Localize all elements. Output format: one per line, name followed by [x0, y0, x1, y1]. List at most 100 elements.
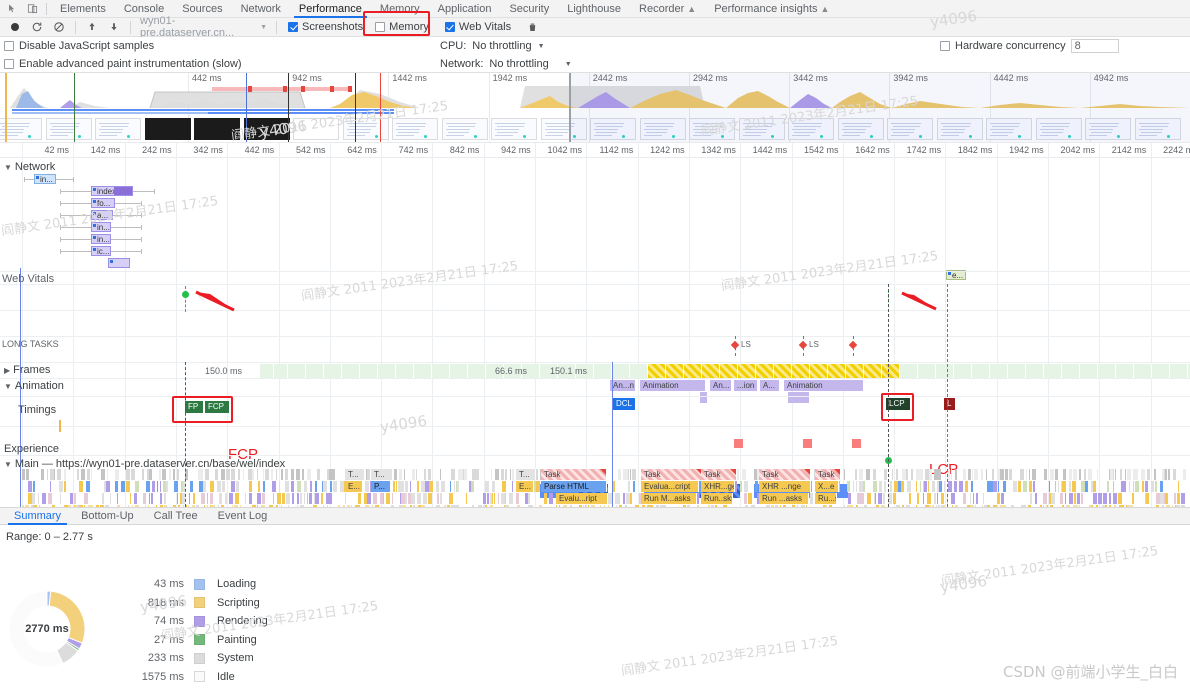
flamechart-slice[interactable] [737, 469, 739, 480]
flamechart-slice[interactable] [1029, 481, 1032, 492]
flamechart-slice[interactable] [893, 493, 896, 504]
flamechart-slice[interactable] [735, 481, 737, 492]
flamechart-slice[interactable] [64, 469, 66, 480]
flamechart-slice[interactable] [528, 493, 530, 504]
flamechart-slice[interactable] [117, 493, 118, 504]
advanced-paint-checkbox[interactable]: Enable advanced paint instrumentation (s… [4, 55, 242, 73]
flamechart-slice[interactable] [315, 493, 319, 504]
flamechart-slice[interactable] [954, 481, 957, 492]
flamechart-slice[interactable] [411, 493, 415, 504]
flamechart-slice[interactable] [1125, 469, 1126, 480]
flamechart-slice[interactable] [972, 469, 973, 480]
frame-cell[interactable] [1044, 364, 1062, 378]
flamechart-slice[interactable] [102, 493, 104, 504]
flamechart-slice[interactable] [26, 469, 29, 480]
disable-js-samples-checkbox[interactable]: Disable JavaScript samples [4, 37, 242, 55]
tab-memory[interactable]: Memory [371, 0, 429, 18]
flamechart-slice[interactable] [986, 469, 987, 480]
flamechart-slice[interactable] [1181, 493, 1185, 504]
flamechart-slice[interactable] [164, 493, 166, 504]
layout-shift-block[interactable] [734, 439, 743, 448]
flamechart-slice[interactable] [215, 469, 218, 480]
frame-cell[interactable] [306, 364, 324, 378]
flamechart-slice[interactable] [516, 493, 519, 504]
flamechart-slice[interactable] [296, 469, 300, 480]
flamechart-slice[interactable] [509, 493, 513, 504]
network-request-bar[interactable]: a... [91, 210, 113, 220]
flamechart-slice[interactable] [855, 469, 857, 480]
flamechart-slice[interactable] [951, 493, 955, 504]
frame-cell[interactable] [720, 364, 738, 378]
flamechart-slice[interactable] [924, 481, 927, 492]
flamechart-slice[interactable] [190, 481, 193, 492]
flamechart-slice[interactable] [976, 493, 978, 504]
flamechart-slice[interactable] [157, 481, 158, 492]
flamechart-slice[interactable] [279, 481, 280, 492]
flamechart-slice[interactable] [1155, 481, 1157, 492]
flamechart-slice[interactable] [32, 493, 35, 504]
flamechart-slice[interactable] [383, 493, 384, 504]
flamechart-slice[interactable] [510, 469, 511, 480]
frame-cell[interactable] [792, 364, 810, 378]
tab-elements[interactable]: Elements [51, 0, 115, 18]
main-task-chip[interactable]: Task [759, 469, 811, 480]
main-task-chip[interactable]: Parse HTML [541, 481, 607, 492]
flamechart-slice[interactable] [483, 493, 486, 504]
flamechart-slice[interactable] [416, 469, 417, 480]
flamechart-slice[interactable] [304, 481, 307, 492]
flamechart-slice[interactable] [998, 481, 999, 492]
flamechart-slice[interactable] [151, 493, 153, 504]
flamechart-slice[interactable] [512, 481, 513, 492]
flamechart-slice[interactable] [292, 493, 294, 504]
layout-shift-block[interactable] [852, 439, 861, 448]
frame-cell[interactable] [972, 364, 990, 378]
overview-window-right-handle[interactable] [569, 73, 571, 142]
flamechart-slice[interactable] [393, 481, 395, 492]
main-task-chip[interactable]: Run M...asks [641, 493, 697, 504]
flamechart-slice[interactable] [273, 493, 274, 504]
frame-cell[interactable] [260, 364, 274, 378]
flamechart-slice[interactable] [437, 493, 439, 504]
flamechart-slice[interactable] [1023, 481, 1027, 492]
flamechart-slice[interactable] [74, 493, 76, 504]
flamechart-slice[interactable] [1055, 469, 1058, 480]
network-request-bar[interactable]: index... [91, 186, 133, 196]
flamechart-slice[interactable] [252, 469, 254, 480]
frame-cell[interactable] [1134, 364, 1152, 378]
flamechart-slice[interactable] [1183, 469, 1186, 480]
animation-bar[interactable]: Animation [640, 380, 706, 391]
flamechart-slice[interactable] [101, 469, 105, 480]
flamechart-slice[interactable] [1009, 469, 1012, 480]
flamechart-slice[interactable] [329, 493, 332, 504]
hardware-concurrency-checkbox[interactable]: Hardware concurrency 8 [940, 37, 1119, 55]
timing-marker-l[interactable]: L [944, 398, 955, 410]
flamechart-slice[interactable] [1065, 493, 1066, 504]
frame-cell[interactable] [702, 364, 720, 378]
flamechart-slice[interactable] [428, 493, 432, 504]
tab-performance[interactable]: Performance [290, 0, 371, 18]
frame-cell[interactable] [936, 364, 954, 378]
flamechart-slice[interactable] [257, 493, 261, 504]
flamechart-slice[interactable] [938, 469, 941, 480]
main-task-chip[interactable]: Ru...s [815, 493, 837, 504]
timing-marker-dcl[interactable]: DCL [613, 398, 635, 410]
flamechart-slice[interactable] [28, 481, 32, 492]
flamechart-slice[interactable] [1145, 481, 1148, 492]
flamechart-slice[interactable] [906, 469, 908, 480]
load-profile-icon[interactable] [81, 19, 103, 36]
main-task-chip[interactable]: Task [701, 469, 737, 480]
flamechart-slice[interactable] [993, 481, 997, 492]
flamechart-slice[interactable] [203, 481, 206, 492]
fcp-marker-dot[interactable] [182, 291, 189, 298]
flamechart-slice[interactable] [937, 493, 938, 504]
flamechart-slice[interactable] [330, 481, 332, 492]
frame-cell[interactable] [342, 364, 360, 378]
flamechart-slice[interactable] [618, 469, 621, 480]
main-task-chip[interactable]: Task [541, 469, 607, 480]
flamechart-slice[interactable] [1103, 493, 1107, 504]
flamechart-slice[interactable] [110, 493, 111, 504]
flamechart-slice[interactable] [1069, 481, 1071, 492]
frame-cell[interactable] [594, 364, 612, 378]
flamechart-slice[interactable] [272, 481, 276, 492]
flamechart-slice[interactable] [126, 469, 130, 480]
